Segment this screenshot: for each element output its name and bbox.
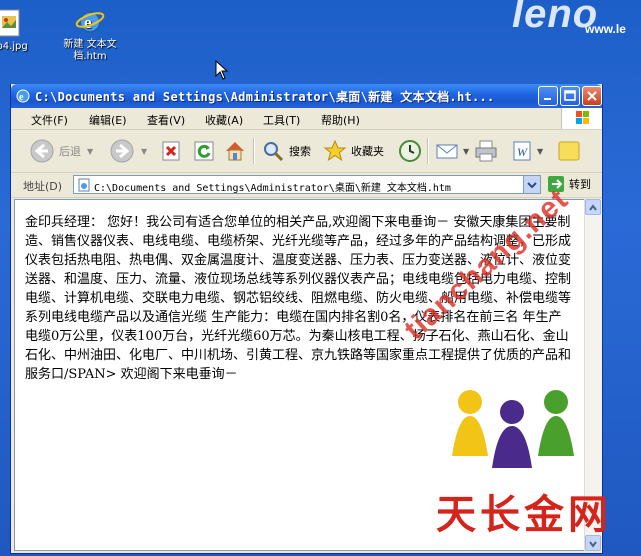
address-dropdown-button[interactable] — [523, 176, 540, 193]
desktop-icon-label: ap4.jpg — [0, 41, 28, 52]
svg-text:e: e — [19, 92, 24, 103]
history-button[interactable] — [397, 136, 423, 166]
ie-document-icon: e — [75, 6, 105, 36]
page-icon — [78, 178, 90, 192]
forward-arrow-icon — [110, 139, 134, 163]
history-icon — [399, 140, 421, 162]
mail-button[interactable]: ▼ — [435, 136, 469, 166]
toolbar-separator — [253, 138, 254, 164]
toolbar-separator — [427, 138, 428, 164]
home-icon — [226, 142, 244, 161]
favorites-button[interactable]: 收藏夹 — [323, 136, 384, 166]
brand-url-text: www.le — [585, 22, 626, 36]
scroll-up-button[interactable] — [585, 199, 601, 215]
close-button[interactable] — [582, 86, 602, 106]
menu-favorites[interactable]: 收藏(A) — [205, 112, 243, 128]
desktop-icon-image[interactable]: ap4.jpg — [0, 8, 44, 53]
desktop-icon-label: 新建 文本文档.htm — [63, 39, 117, 62]
favorites-label: 收藏夹 — [351, 145, 384, 158]
search-icon — [264, 142, 284, 162]
address-label: 地址(D) — [23, 180, 63, 193]
menu-help[interactable]: 帮助(H) — [321, 112, 360, 128]
minimize-button[interactable] — [538, 86, 558, 106]
menu-tools[interactable]: 工具(T) — [263, 112, 300, 128]
window-title: C:\Documents and Settings\Administrator\… — [35, 90, 495, 104]
mouse-pointer-icon — [215, 59, 229, 84]
menu-file[interactable]: 文件(F) — [31, 112, 68, 128]
toolbar: 后退 ▼ ▼ 搜索 收藏夹 ▼ W ▼ — [11, 130, 602, 173]
watermark-figures-logo — [448, 384, 588, 478]
note-icon — [558, 141, 580, 161]
watermark-chinese-text: 天长金网 — [436, 491, 612, 538]
word-edit-icon: W — [513, 141, 531, 161]
address-bar: 地址(D) C:\Documents and Settings\Administ… — [11, 173, 602, 198]
maximize-button[interactable] — [560, 86, 580, 106]
refresh-icon — [194, 141, 214, 161]
search-button[interactable]: 搜索 — [261, 136, 311, 166]
print-button[interactable] — [473, 136, 499, 166]
menu-edit[interactable]: 编辑(E) — [89, 112, 127, 128]
ie-logo-icon: e — [15, 88, 31, 104]
back-arrow-icon — [30, 139, 54, 163]
search-label: 搜索 — [289, 145, 311, 158]
stop-button[interactable] — [161, 136, 181, 166]
address-input[interactable]: C:\Documents and Settings\Administrator\… — [73, 175, 541, 194]
menu-view[interactable]: 查看(V) — [147, 112, 185, 128]
forward-button[interactable]: ▼ — [109, 136, 147, 166]
windows-flag-icon — [561, 108, 602, 129]
home-button[interactable] — [223, 136, 247, 166]
back-label: 后退 — [59, 145, 81, 158]
mail-icon — [436, 144, 458, 159]
back-button[interactable]: 后退 ▼ — [29, 136, 93, 166]
star-icon — [323, 139, 347, 162]
refresh-button[interactable] — [193, 136, 215, 166]
chevron-down-icon — [527, 182, 537, 189]
image-file-icon — [0, 8, 24, 38]
svg-text:W: W — [517, 145, 528, 159]
stop-icon — [162, 141, 180, 161]
menu-bar: 文件(F) 编辑(E) 查看(V) 收藏(A) 工具(T) 帮助(H) — [11, 108, 602, 130]
edit-button[interactable]: W ▼ — [511, 136, 543, 166]
printer-icon — [475, 140, 497, 162]
desktop-icon-htm[interactable]: e 新建 文本文档.htm — [55, 6, 125, 63]
messenger-button[interactable] — [557, 136, 581, 166]
title-bar[interactable]: e C:\Documents and Settings\Administrato… — [11, 84, 602, 108]
go-label: 转到 — [569, 178, 591, 191]
address-value: C:\Documents and Settings\Administrator\… — [94, 183, 451, 194]
